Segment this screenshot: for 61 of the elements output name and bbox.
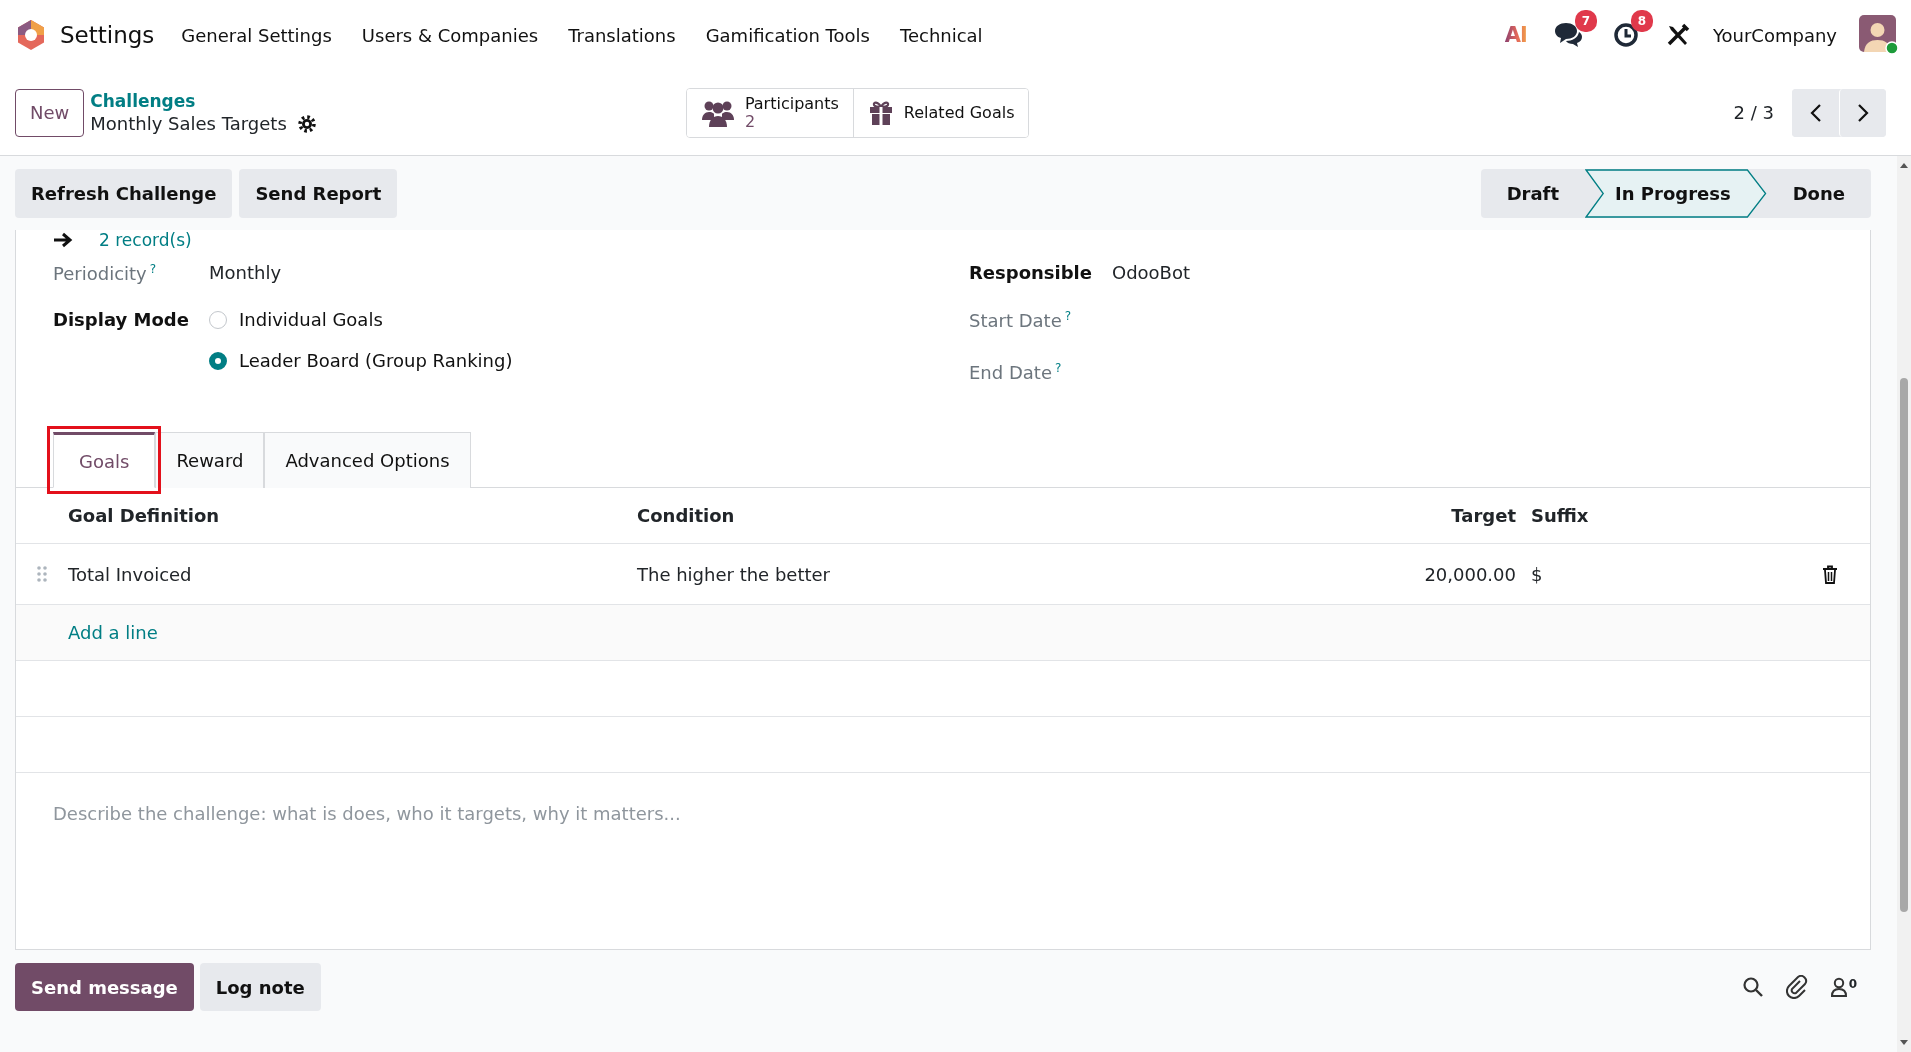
table-cell-text: Total Invoiced [68, 563, 193, 585]
chatter-button[interactable]: Log note [199, 963, 321, 1011]
stage-button[interactable]: In Progress [1585, 168, 1767, 218]
column-header[interactable]: Goal Definition [68, 505, 637, 526]
stage-button[interactable]: Done [1766, 168, 1871, 218]
column-header[interactable]: Suffix [1524, 505, 1789, 526]
field-value: OdooBot [1112, 261, 1191, 283]
clock-icon[interactable] [1612, 22, 1639, 48]
records-link[interactable]: 2 record(s) [99, 230, 192, 250]
chevron-left-icon [1808, 102, 1823, 123]
gift-icon [867, 99, 894, 126]
radio-button[interactable] [209, 351, 227, 370]
settings-icon[interactable] [296, 113, 317, 134]
menu-item[interactable]: Gamification Tools [690, 24, 885, 46]
field-label: Display Mode [53, 308, 190, 330]
action-button[interactable]: Send Report [239, 168, 398, 218]
search-icon[interactable] [1741, 976, 1764, 998]
next-button[interactable] [1839, 88, 1886, 137]
tab[interactable]: Advanced Options [264, 432, 471, 488]
tab[interactable]: Reward [155, 432, 265, 488]
company-switcher[interactable]: YourCompany [1712, 24, 1837, 46]
app-title: Settings [60, 22, 155, 48]
arrow-right-icon [53, 232, 73, 248]
menu-item[interactable]: Technical [884, 24, 998, 46]
table-cell-text: The higher the better [637, 563, 831, 585]
table-cell-text: 20,000.00 [1423, 563, 1517, 585]
field-label: Responsible [969, 261, 1093, 283]
breadcrumb-link[interactable]: Challenges [90, 91, 317, 111]
drag-handle-icon[interactable] [36, 565, 48, 583]
new-button[interactable]: New [15, 88, 85, 137]
column-header[interactable]: Target [1289, 505, 1524, 526]
user-avatar[interactable] [1859, 15, 1899, 55]
radio-option[interactable]: Individual Goals [209, 309, 513, 330]
menu-item[interactable]: General Settings [166, 24, 347, 46]
field-label: End Date $^{?}$ [969, 360, 1063, 383]
delete-icon[interactable] [1821, 564, 1838, 584]
chatter-button[interactable]: Send message [15, 963, 194, 1011]
related-goals-button[interactable]: Related Goals [852, 88, 1029, 137]
action-button[interactable]: Refresh Challenge [15, 168, 233, 218]
count-badge: 8 [1630, 10, 1653, 32]
record-title: Monthly Sales Targets [90, 113, 287, 134]
column-header[interactable]: Condition [637, 505, 1289, 526]
followers-button[interactable]: 0 [1829, 977, 1857, 997]
paperclip-icon[interactable] [1785, 975, 1808, 999]
add-line-link[interactable]: Add a line [68, 622, 158, 643]
chat-icon[interactable] [1552, 22, 1583, 48]
radio-option[interactable]: Leader Board (Group Ranking) [209, 350, 513, 371]
app-logo-icon[interactable] [16, 19, 46, 51]
menu-item[interactable]: Users & Companies [346, 24, 554, 46]
field-label: Periodicity $^{?}$ [53, 261, 158, 284]
scrollbar[interactable] [1897, 156, 1911, 1052]
pager-value: 2 / 3 [1733, 102, 1774, 123]
stage-button[interactable]: Draft [1480, 168, 1586, 218]
table-cell-text: $ [1530, 563, 1544, 585]
followers-icon [1829, 977, 1848, 997]
menu-item[interactable]: Translations [553, 24, 691, 46]
radio-button[interactable] [209, 310, 227, 329]
chevron-right-icon [1856, 102, 1870, 123]
field-value: Monthly [209, 261, 282, 283]
field-label: Start Date $^{?}$ [969, 308, 1073, 331]
count-badge: 7 [1574, 10, 1597, 32]
